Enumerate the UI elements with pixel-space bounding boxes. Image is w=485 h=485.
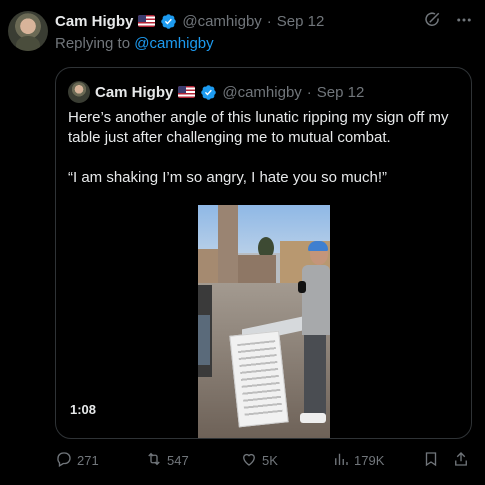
author-name[interactable]: Cam Higby: [55, 13, 133, 30]
quote-body: Here’s another angle of this lunatic rip…: [68, 108, 463, 208]
share-icon: [452, 450, 470, 471]
us-flag-icon: [178, 86, 196, 98]
author-handle[interactable]: @camhigby: [182, 13, 261, 30]
quote-author-avatar[interactable]: [68, 81, 90, 103]
bookmark-button[interactable]: [422, 449, 440, 471]
verified-badge-icon[interactable]: [200, 84, 217, 101]
replying-handle-link[interactable]: @camhigby: [134, 35, 213, 52]
like-button[interactable]: 5K: [240, 449, 278, 471]
views-count: 179K: [354, 452, 385, 468]
replying-prefix: Replying to: [55, 35, 131, 52]
action-bar: 271 547 5K 179K: [55, 449, 475, 471]
quote-text-paragraph: Here’s another angle of this lunatic rip…: [68, 109, 449, 146]
quoted-tweet[interactable]: Cam Higby @camhigby · Sep 12 Here’s anot…: [55, 67, 472, 439]
bookmark-icon: [422, 450, 440, 471]
video-scene-building: [198, 249, 220, 285]
video-scene-person-left-leg: [198, 315, 210, 365]
heart-icon: [240, 450, 258, 471]
top-actions: [423, 11, 473, 29]
us-flag-icon: [138, 15, 156, 27]
quote-date[interactable]: Sep 12: [317, 84, 365, 101]
quote-text-paragraph: “I am shaking I’m so angry, I hate you s…: [68, 169, 388, 186]
share-button[interactable]: [452, 449, 470, 471]
video-player[interactable]: [198, 205, 330, 438]
quote-author-name[interactable]: Cam Higby: [95, 84, 173, 101]
separator-dot: ·: [266, 12, 272, 30]
like-count: 5K: [262, 452, 278, 468]
replying-to: Replying to @camhigby: [55, 35, 214, 52]
reply-icon: [55, 450, 73, 471]
reply-count: 271: [77, 452, 99, 468]
video-duration: 1:08: [70, 402, 97, 417]
video-scene-microphone: [298, 281, 306, 293]
grok-icon[interactable]: [423, 11, 441, 29]
author-avatar[interactable]: [8, 11, 48, 51]
quote-header: Cam Higby @camhigby · Sep 12: [68, 81, 364, 103]
quote-author-handle[interactable]: @camhigby: [222, 84, 301, 101]
repost-icon: [145, 450, 163, 471]
tweet[interactable]: Cam Higby @camhigby · Sep 12 Replying to…: [0, 0, 485, 485]
video-scene-building: [238, 255, 276, 285]
reply-button[interactable]: 271: [55, 449, 99, 471]
repost-count: 547: [167, 452, 189, 468]
separator-dot: ·: [306, 83, 312, 101]
video-scene-tower: [218, 205, 238, 285]
video-scene-person: [294, 241, 330, 423]
tweet-header: Cam Higby @camhigby · Sep 12: [55, 11, 324, 31]
more-icon[interactable]: [455, 11, 473, 29]
verified-badge-icon[interactable]: [160, 13, 177, 30]
views-icon: [332, 450, 350, 471]
views-button[interactable]: 179K: [332, 449, 384, 471]
video-scene-sign: [229, 330, 289, 428]
tweet-date[interactable]: Sep 12: [277, 13, 325, 30]
repost-button[interactable]: 547: [145, 449, 189, 471]
